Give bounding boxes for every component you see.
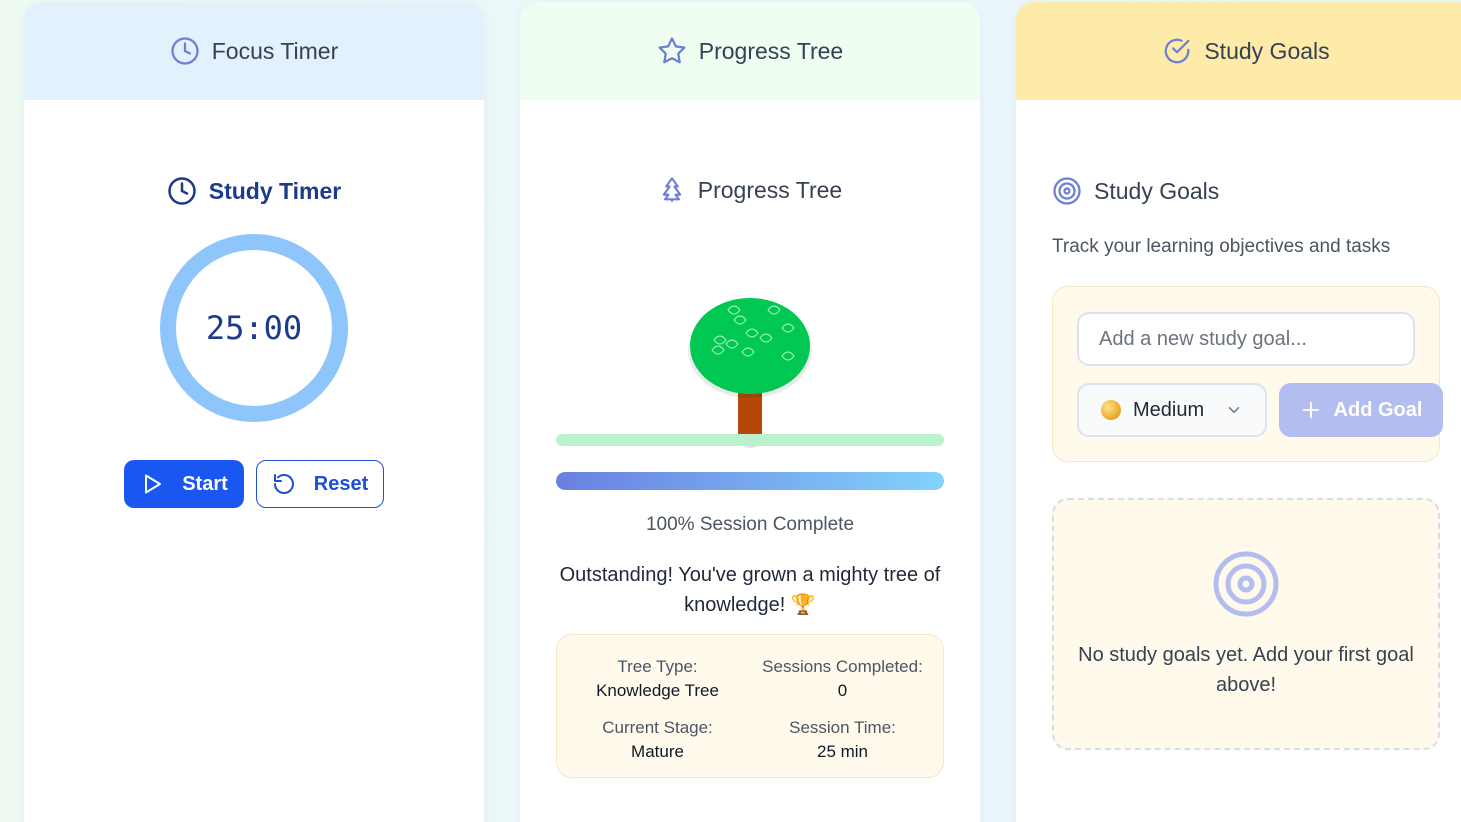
tree-stats: Tree Type: Knowledge Tree Sessions Compl…	[556, 634, 944, 778]
tree-icon	[662, 177, 681, 202]
stat-session-time: Session Time: 25 min	[750, 716, 935, 765]
add-goal-form: Medium Add Goal	[1052, 286, 1443, 462]
clock-icon	[171, 37, 199, 65]
add-goal-button-label: Add Goal	[1333, 398, 1423, 421]
stat-sessions: Sessions Completed: 0	[750, 655, 935, 704]
study-goals-title: Study Goals	[1052, 176, 1219, 206]
start-button[interactable]: Start	[124, 460, 244, 508]
tree-illustration	[556, 298, 944, 448]
check-circle-icon	[1164, 38, 1190, 64]
study-timer-title: Study Timer	[24, 176, 484, 206]
stat-stage-value: Mature	[631, 742, 684, 761]
stat-tree-type-value: Knowledge Tree	[596, 681, 719, 700]
session-progress-text: 100% Session Complete	[645, 514, 855, 535]
stat-stage-label: Current Stage:	[602, 718, 713, 737]
target-icon	[1213, 551, 1279, 617]
reset-button-label: Reset	[313, 472, 369, 495]
stat-tree-type: Tree Type: Knowledge Tree	[565, 655, 750, 704]
study-timer-label: Study Timer	[208, 177, 342, 204]
progress-tree-header: Progress Tree	[520, 2, 980, 100]
start-button-label: Start	[182, 472, 228, 495]
plus-icon	[1302, 401, 1319, 419]
goals-empty-state: No study goals yet. Add your first goal …	[1052, 498, 1440, 750]
study-goals-subtitle: Track your learning objectives and tasks	[1052, 236, 1391, 257]
reset-button[interactable]: Reset	[256, 460, 384, 508]
focus-timer-header: Focus Timer	[24, 2, 484, 100]
timer-ring: 25:00	[160, 234, 348, 422]
focus-timer-card: Focus Timer Study Timer 25:00 Start Rese…	[24, 2, 484, 822]
priority-selected-label: Medium	[1133, 398, 1205, 421]
star-icon	[658, 37, 686, 64]
stat-session-time-value: 25 min	[816, 742, 869, 761]
goals-empty-message: No study goals yet. Add your first goal …	[1078, 644, 1414, 696]
progress-tree-card: Progress Tree Progress Tree 100% Session…	[520, 2, 980, 822]
progress-tree-header-title: Progress Tree	[698, 37, 844, 64]
study-goals-title-label: Study Goals	[1094, 177, 1220, 204]
priority-dot-icon	[1101, 400, 1121, 420]
session-message: Outstanding! You've grown a mighty tree …	[559, 564, 941, 616]
reset-icon	[273, 474, 294, 494]
stat-stage: Current Stage: Mature	[565, 716, 750, 765]
play-icon	[145, 474, 162, 494]
progress-tree-title: Progress Tree	[520, 176, 980, 204]
study-goals-card: Study Goals Study Goals Track your learn…	[1016, 2, 1461, 822]
session-progress-bar	[556, 472, 944, 490]
stat-sessions-value: 0	[837, 681, 848, 700]
ground-line	[556, 434, 944, 446]
target-icon	[1053, 177, 1081, 205]
stat-session-time-label: Session Time:	[789, 718, 896, 737]
add-goal-button[interactable]: Add Goal	[1279, 383, 1443, 437]
focus-timer-header-title: Focus Timer	[211, 37, 339, 64]
tree-foliage	[690, 298, 810, 394]
clock-icon	[168, 177, 196, 205]
timer-display: 25:00	[205, 309, 303, 347]
progress-tree-title-label: Progress Tree	[697, 176, 843, 203]
priority-select[interactable]: Medium	[1077, 383, 1267, 437]
goal-input[interactable]	[1077, 312, 1415, 366]
session-progress-fill	[556, 472, 944, 490]
stat-sessions-label: Sessions Completed:	[762, 657, 923, 676]
study-goals-header-title: Study Goals	[1204, 37, 1330, 64]
chevron-down-icon	[1228, 407, 1240, 414]
study-goals-header: Study Goals	[1016, 2, 1461, 100]
stat-tree-type-label: Tree Type:	[617, 657, 698, 676]
